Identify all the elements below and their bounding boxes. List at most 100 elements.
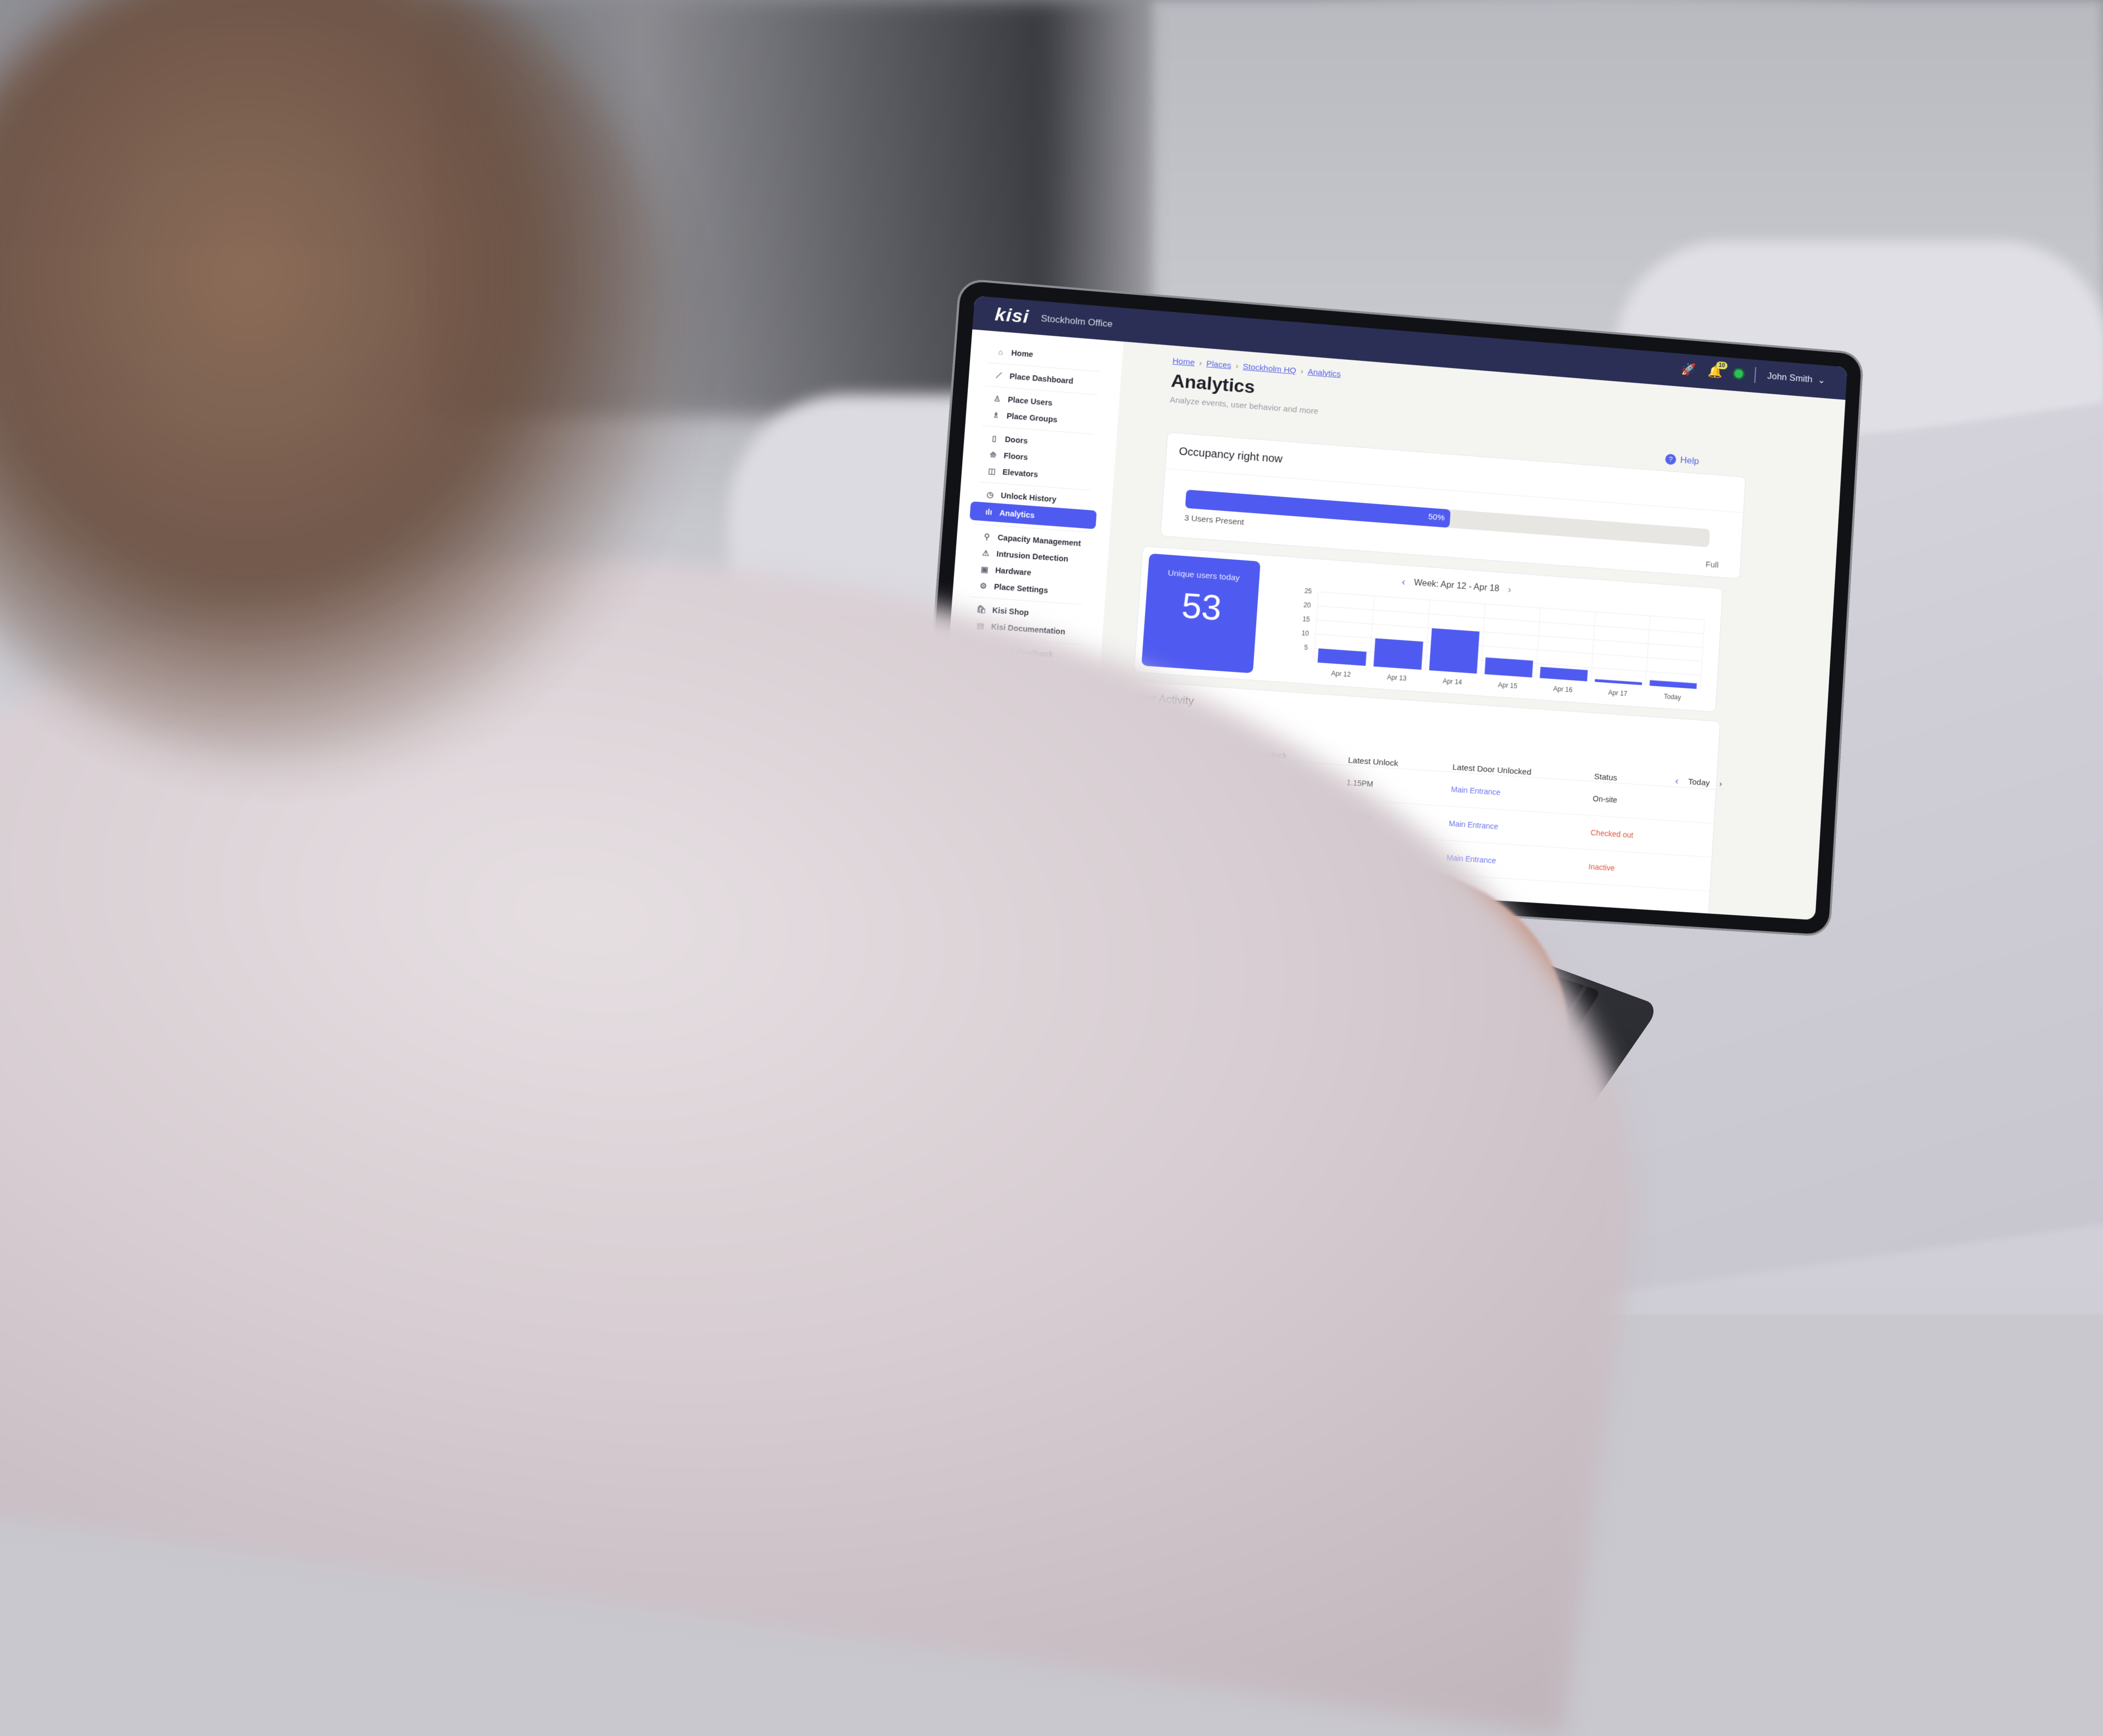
y-tick-label: 10 xyxy=(1301,629,1309,637)
hardware-icon: ▣ xyxy=(980,564,989,574)
sidebar-item-label: Home xyxy=(1011,348,1034,359)
bar xyxy=(1429,628,1480,674)
users-present: 3 Users Present xyxy=(1183,513,1245,527)
help-icon: ? xyxy=(1665,453,1676,465)
sidebar-item-label: Elevators xyxy=(1002,467,1038,479)
user-name: John Smith xyxy=(1767,371,1813,385)
sidebar-item-label: Intrusion Detection xyxy=(996,549,1069,564)
chevron-down-icon: ⌄ xyxy=(1817,375,1826,386)
unique-users-tile: Unique users today 53 xyxy=(1141,553,1261,674)
notification-badge: 10 xyxy=(1716,361,1728,370)
place-name: Stockholm Office xyxy=(1041,313,1113,330)
sidebar-item-label: Floors xyxy=(1003,451,1028,462)
status-text: Inactive xyxy=(1588,862,1615,873)
y-tick-label: 25 xyxy=(1304,587,1312,595)
sidebar-item-label: Capacity Management xyxy=(997,533,1082,548)
intrusion-icon: ⚠ xyxy=(981,548,990,557)
gridline xyxy=(1317,620,1703,647)
breadcrumb-analytics[interactable]: Analytics xyxy=(1307,367,1341,379)
user-menu[interactable]: John Smith ⌄ xyxy=(1767,371,1826,386)
sidebar-item-place-dashboard[interactable]: ⟋ Place Dashboard xyxy=(968,365,1121,393)
bar xyxy=(1649,680,1697,689)
breadcrumb-stockholm-hq[interactable]: Stockholm HQ xyxy=(1243,362,1297,376)
occupancy-title: Occupancy right now xyxy=(1179,445,1283,465)
chevron-right-icon[interactable]: › xyxy=(1508,584,1512,595)
gridline xyxy=(1314,592,1319,663)
page-subtitle: Analyze events, user behavior and more xyxy=(1169,395,1319,416)
chevron-left-icon[interactable]: ‹ xyxy=(1675,775,1679,787)
sidebar-item-label: Kisi Shop xyxy=(992,606,1030,617)
group-icon: ♗ xyxy=(992,410,1000,419)
stairs-icon: ⟰ xyxy=(989,450,997,459)
x-tick-label: Apr 14 xyxy=(1443,677,1462,686)
gridline xyxy=(1370,596,1375,666)
gridline xyxy=(1646,616,1650,685)
date-label: Today xyxy=(1688,777,1710,788)
bar xyxy=(1539,666,1588,682)
gridline xyxy=(1536,608,1541,678)
sidebar-item-label: Place Users xyxy=(1007,395,1053,407)
home-icon: ⌂ xyxy=(998,347,1004,357)
sidebar-item-label: Hardware xyxy=(995,566,1032,577)
breadcrumb-separator: › xyxy=(1300,366,1304,376)
occupancy-full-label: Full xyxy=(1705,560,1719,570)
weekly-users-bar-chart: 5 10 15 20 25 Apr 12 Apr 13 Apr 14 Apr 15 Apr 16 A… xyxy=(1301,587,1710,702)
bar xyxy=(1594,679,1642,686)
y-tick-label: 20 xyxy=(1303,601,1312,610)
status-text: On-site xyxy=(1592,794,1618,804)
gridline xyxy=(1315,634,1702,662)
shop-bag-icon: 🛍 xyxy=(976,604,987,614)
help-label: Help xyxy=(1680,455,1699,467)
x-tick-label: Apr 12 xyxy=(1331,670,1351,679)
clock-icon: ◷ xyxy=(986,489,994,499)
bar-chart-icon: ılı xyxy=(985,507,993,517)
sidebar-item-label: Analytics xyxy=(999,508,1035,520)
gridline xyxy=(1481,604,1485,674)
user-icon: ♙ xyxy=(993,393,1001,403)
gridline xyxy=(1318,592,1704,620)
bar xyxy=(1373,638,1423,670)
online-status-icon xyxy=(1734,369,1743,378)
x-tick-label: Today xyxy=(1664,693,1682,702)
sidebar-item-label: Place Settings xyxy=(993,582,1049,595)
rocket-icon[interactable]: 🚀 xyxy=(1680,361,1696,377)
door-link[interactable]: Main Entrance xyxy=(1451,785,1593,803)
chevron-right-icon[interactable]: › xyxy=(1719,779,1722,789)
divider xyxy=(1754,367,1756,383)
door-link[interactable]: Main Entrance xyxy=(1446,853,1589,871)
dashboard-icon: ⟋ xyxy=(996,370,1002,380)
x-tick-label: Apr 17 xyxy=(1608,689,1628,698)
page-title: Analytics xyxy=(1170,370,1256,398)
sidebar-item-label: Doors xyxy=(1004,434,1028,446)
help-link[interactable]: ? Help xyxy=(1665,453,1699,467)
status-text: Checked out xyxy=(1590,828,1634,840)
gridline xyxy=(1700,620,1705,689)
occupancy-progress: 50% xyxy=(1185,489,1710,548)
gridline xyxy=(1591,612,1595,681)
x-tick-label: Apr 15 xyxy=(1498,681,1518,690)
bar xyxy=(1484,657,1533,678)
gridline xyxy=(1425,600,1429,670)
sidebar-item-label: Place Groups xyxy=(1006,411,1058,424)
door-link[interactable]: Main Entrance xyxy=(1449,819,1591,837)
elevator-icon: ◫ xyxy=(987,466,996,476)
kisi-logo[interactable]: kisi xyxy=(994,304,1030,328)
bell-icon[interactable]: 🔔 10 xyxy=(1707,361,1728,380)
gridline xyxy=(1318,606,1704,634)
x-tick-label: Apr 16 xyxy=(1553,685,1573,694)
breadcrumb-home[interactable]: Home xyxy=(1172,357,1195,367)
chevron-left-icon[interactable]: ‹ xyxy=(1401,576,1405,588)
capacity-icon: ⚲ xyxy=(984,531,991,541)
sidebar-item-label: Unlock History xyxy=(1000,491,1057,504)
unique-users-value: 53 xyxy=(1180,585,1223,628)
breadcrumb-separator: › xyxy=(1199,358,1203,368)
y-tick-label: 5 xyxy=(1304,643,1308,651)
breadcrumb-separator: › xyxy=(1235,361,1239,371)
y-tick-label: 15 xyxy=(1302,615,1311,623)
breadcrumb-places[interactable]: Places xyxy=(1206,359,1232,370)
x-tick-label: Apr 13 xyxy=(1387,674,1407,682)
occupancy-percent: 50% xyxy=(1428,512,1445,523)
sidebar-item-label: Place Dashboard xyxy=(1009,371,1074,386)
gear-icon: ⚙ xyxy=(979,580,987,590)
unique-users-label: Unique users today xyxy=(1167,568,1240,583)
